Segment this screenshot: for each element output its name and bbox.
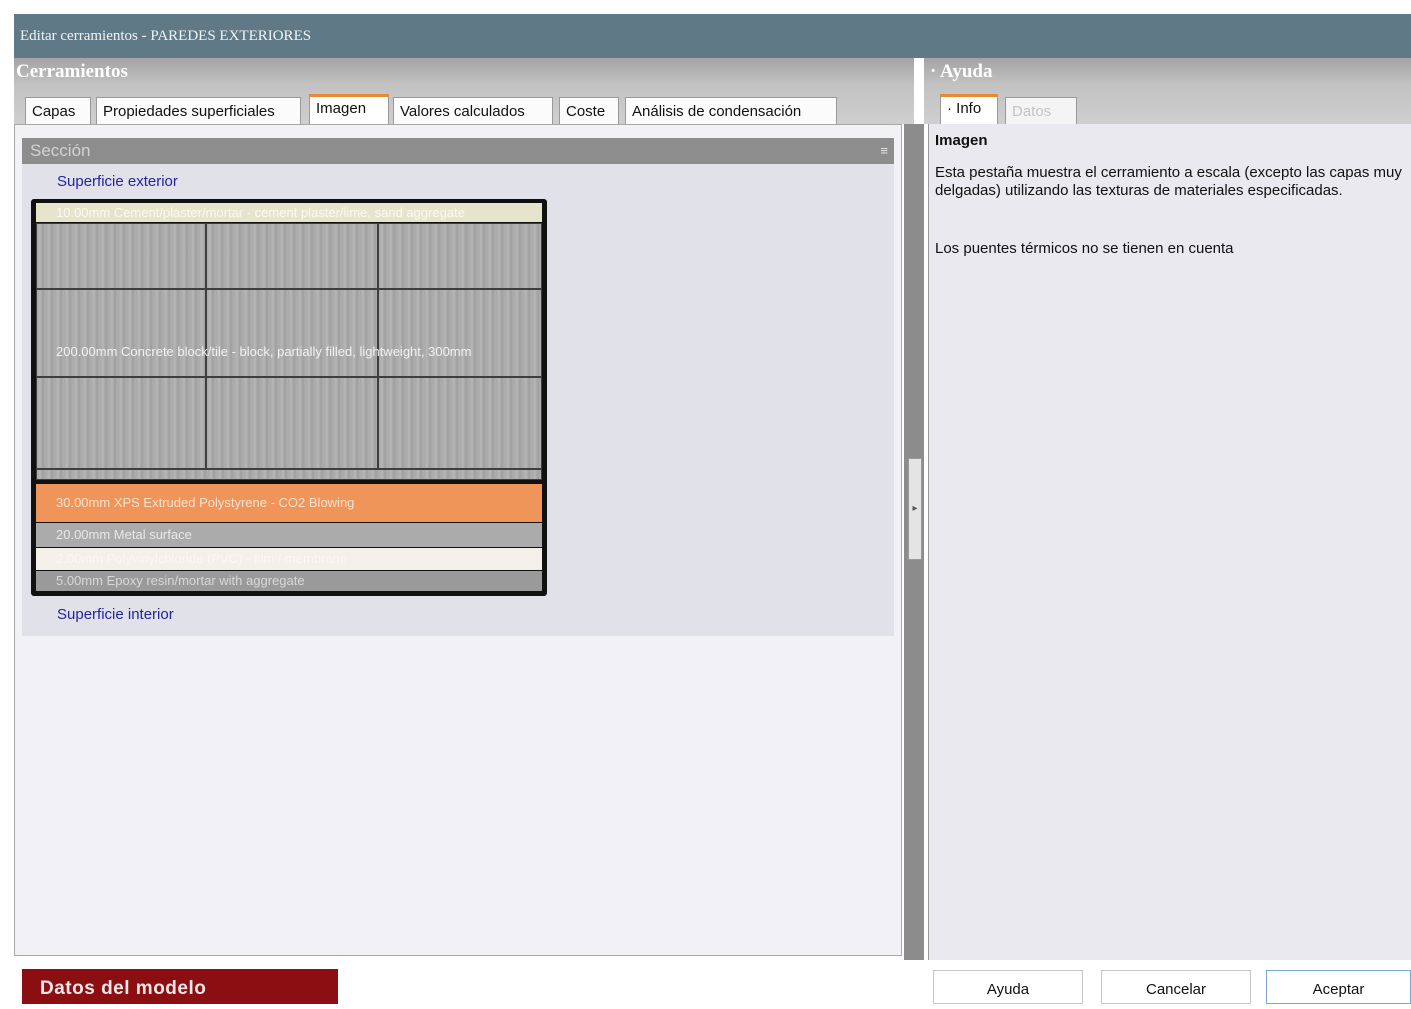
tab-label: Coste	[566, 103, 606, 120]
block	[378, 377, 542, 469]
help-title: Imagen	[935, 132, 988, 149]
collapse-arrow-icon[interactable]: ▸	[908, 458, 922, 560]
window-title-bar: Editar cerramientos - PAREDES EXTERIORES	[14, 14, 1411, 58]
collapse-icon[interactable]: ≡	[880, 138, 888, 164]
layer-xps-insulation[interactable]: 30.00mm XPS Extruded Polystyrene - CO2 B…	[36, 484, 542, 522]
cancel-button[interactable]: Cancelar	[1101, 970, 1251, 1004]
cerramientos-heading: Cerramientos	[16, 61, 128, 82]
tab-label: Imagen	[316, 100, 367, 117]
layer-label: 30.00mm XPS Extruded Polystyrene - CO2 B…	[56, 495, 355, 510]
layer-label: 200.00mm Concrete block/tile - block, pa…	[56, 344, 472, 359]
layer-epoxy[interactable]: 5.00mm Epoxy resin/mortar with aggregate	[36, 571, 542, 591]
model-data-button[interactable]: Datos del modelo	[22, 969, 338, 1004]
layer-label: 5.00mm Epoxy resin/mortar with aggregate	[56, 573, 305, 588]
help-paragraph: Los puentes térmicos no se tienen en cue…	[935, 240, 1234, 257]
help-panel: Imagen Esta pestaña muestra el cerramien…	[928, 124, 1411, 960]
ayuda-heading: · Ayuda	[930, 61, 993, 83]
tab-coste[interactable]: Coste	[559, 97, 619, 124]
outer-surface-label: Superficie exterior	[57, 173, 178, 190]
wall-section-image: 10.00mm Cement/plaster/mortar - cement p…	[31, 199, 547, 596]
section-title: Sección	[30, 141, 91, 160]
layer-pvc[interactable]: 2.00mm Polyvinylchloride (PVC) - film / …	[36, 548, 542, 570]
tab-datos[interactable]: Datos	[1005, 97, 1077, 124]
block	[36, 289, 206, 377]
block	[36, 377, 206, 469]
block	[378, 289, 542, 377]
layer-metal[interactable]: 20.00mm Metal surface	[36, 523, 542, 547]
tab-propiedades-superficiales[interactable]: Propiedades superficiales	[96, 97, 301, 124]
section-header[interactable]: Sección ≡	[22, 138, 894, 164]
bullet-icon: ·	[930, 61, 937, 82]
block	[206, 223, 378, 289]
tab-info[interactable]: · Info	[940, 94, 998, 124]
tab-label: Info	[956, 100, 982, 117]
layer-plaster[interactable]: 10.00mm Cement/plaster/mortar - cement p…	[36, 203, 542, 222]
accept-button[interactable]: Aceptar	[1266, 970, 1411, 1004]
tab-label: Capas	[32, 103, 76, 120]
ayuda-heading-text: Ayuda	[940, 61, 993, 82]
help-button[interactable]: Ayuda	[933, 970, 1083, 1004]
tab-label: Valores calculados	[400, 103, 525, 120]
layer-concrete-block[interactable]: 200.00mm Concrete block/tile - block, pa…	[36, 223, 542, 480]
tab-analisis-condensacion[interactable]: Análisis de condensación	[625, 97, 837, 124]
tab-capas[interactable]: Capas	[25, 97, 91, 124]
help-paragraph: Esta pestaña muestra el cerramiento a es…	[935, 164, 1402, 199]
tab-label: Propiedades superficiales	[103, 103, 275, 120]
layer-label: 20.00mm Metal surface	[56, 527, 192, 542]
block	[378, 223, 542, 289]
block	[206, 289, 378, 377]
tab-label: Datos	[1012, 103, 1052, 120]
bullet-icon: ·	[947, 100, 957, 117]
block	[36, 223, 206, 289]
tab-label: Análisis de condensación	[632, 103, 802, 120]
tab-imagen[interactable]: Imagen	[309, 94, 389, 124]
block	[36, 469, 542, 480]
inner-surface-label: Superficie interior	[57, 606, 174, 623]
layer-label: 2.00mm Polyvinylchloride (PVC) - film / …	[56, 551, 348, 566]
block	[206, 377, 378, 469]
layer-label: 10.00mm Cement/plaster/mortar - cement p…	[56, 205, 465, 220]
window-title: Editar cerramientos - PAREDES EXTERIORES	[20, 28, 312, 44]
tab-valores-calculados[interactable]: Valores calculados	[393, 97, 553, 124]
